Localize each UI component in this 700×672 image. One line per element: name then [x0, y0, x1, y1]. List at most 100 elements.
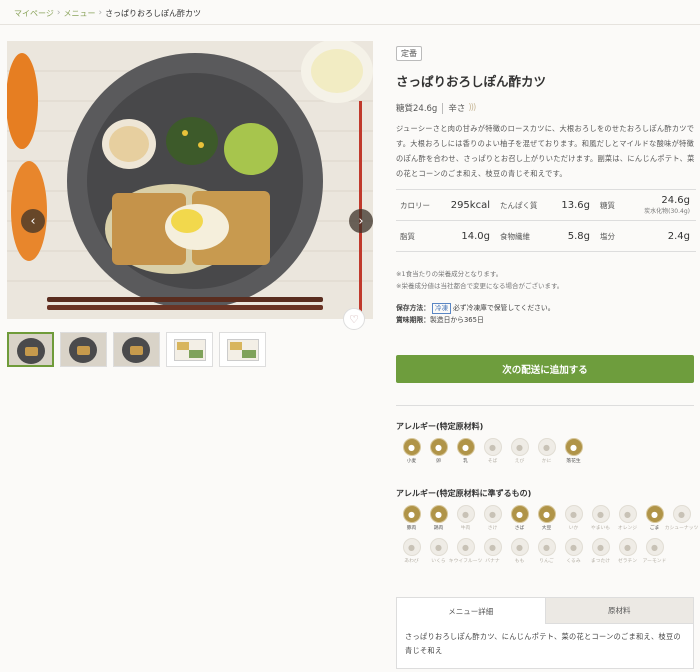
- thumbnail-1[interactable]: [7, 332, 54, 367]
- nutrition-row: カロリー 295kcal たんぱく質 13.6g 糖質 24.6g 炭水化物(3…: [396, 190, 696, 221]
- allergen-icon: ●: [672, 505, 691, 523]
- allergen-label: そば: [487, 459, 498, 464]
- chevron-left-icon: ‹: [30, 213, 36, 229]
- tab-ingredients[interactable]: 原材料: [544, 598, 693, 624]
- allergen-icon: ●: [591, 505, 610, 523]
- category-tag: 定番: [396, 46, 422, 61]
- allergen-item: ● キウイフルーツ: [448, 538, 483, 565]
- allergen-item: ● さば: [506, 505, 533, 532]
- allergen-label: もも: [514, 559, 525, 564]
- nutrition-subvalue: 炭水化物(30.4g): [644, 208, 690, 215]
- thumbnail-strip: [7, 332, 266, 367]
- allergen-label: さば: [514, 526, 525, 531]
- allergen-icon: ●: [456, 438, 475, 456]
- allergen-label: いくら: [431, 559, 446, 564]
- allergen-label: 鶏肉: [433, 526, 444, 531]
- allergen-item: ● 鶏肉: [425, 505, 452, 532]
- allergen-icon: ●: [510, 438, 529, 456]
- breadcrumb-current: さっぱりおろしぽん酢カツ: [105, 8, 202, 18]
- carousel-next-button[interactable]: ›: [349, 209, 373, 233]
- divider: [396, 405, 694, 406]
- allergen-item: ● あわび: [398, 538, 425, 565]
- nutrition-value: 13.6g: [561, 199, 590, 211]
- allergy-similar-icons: ● 豚肉 ● 鶏肉 ● 牛肉 ● さけ ● さば ● 大豆 ● いか ● やまいも ● オレンジ ● ごま ● カシューナ…: [398, 505, 698, 571]
- allergen-label: あわび: [404, 559, 419, 564]
- allergen-label: 乳: [463, 459, 468, 464]
- product-title: さっぱりおろしぽん酢カツ: [396, 74, 547, 89]
- allergen-item: ● えび: [506, 438, 533, 465]
- nutrition-value: 5.8g: [567, 230, 590, 242]
- allergen-label: オレンジ: [617, 526, 638, 531]
- allergen-item: ● りんご: [533, 538, 560, 565]
- allergen-item: ● もも: [506, 538, 533, 565]
- tab-menu-detail[interactable]: メニュー詳細: [397, 598, 545, 624]
- carousel-prev-button[interactable]: ‹: [21, 209, 45, 233]
- expiry-label: 賞味期限：: [396, 316, 430, 324]
- allergen-icon: ●: [456, 538, 475, 556]
- allergen-icon: ●: [510, 538, 529, 556]
- allergen-icon: ●: [564, 505, 583, 523]
- breadcrumb: マイページ › メニュー › さっぱりおろしぽん酢カツ: [14, 5, 201, 21]
- nutrition-label: 糖質: [600, 200, 615, 210]
- allergen-icon: ●: [483, 438, 502, 456]
- allergen-label: キウイフルーツ: [448, 559, 483, 564]
- allergen-icon: ●: [510, 505, 529, 523]
- allergen-label: さけ: [487, 526, 498, 531]
- allergen-label: アーモンド: [642, 559, 667, 564]
- allergen-icon: ●: [564, 538, 583, 556]
- allergen-label: 落花生: [566, 459, 581, 464]
- allergen-item: ● そば: [479, 438, 506, 465]
- heart-icon: ♡: [349, 312, 359, 326]
- thumbnail-4[interactable]: [166, 332, 213, 367]
- product-description: ジューシーさと肉の甘みが特徴のロースカツに、大根おろしをのせたおろしぽん酢カツで…: [396, 124, 695, 178]
- allergen-icon: ●: [402, 538, 421, 556]
- allergen-label: まつたけ: [590, 559, 611, 564]
- allergen-item: ● 卵: [425, 438, 452, 465]
- add-to-delivery-button[interactable]: 次の配送に追加する: [396, 355, 694, 383]
- allergen-item: ● かに: [533, 438, 560, 465]
- allergen-icon: ●: [402, 505, 421, 523]
- allergen-icon: ●: [456, 505, 475, 523]
- allergen-item: ● アーモンド: [641, 538, 668, 565]
- tab-content: さっぱりおろしぽん酢カツ、にんじんポテト、菜の花とコーンのごま和え、枝豆の青じそ…: [405, 632, 681, 655]
- chevron-right-icon: ›: [358, 213, 364, 229]
- allergen-icon: ●: [483, 538, 502, 556]
- nutrition-label: 脂質: [400, 231, 415, 241]
- thumbnail-2[interactable]: [60, 332, 107, 367]
- allergen-item: ● バナナ: [479, 538, 506, 565]
- nutrition-label: カロリー: [400, 200, 430, 210]
- breadcrumb-menu[interactable]: メニュー: [63, 8, 95, 19]
- carb-label: 糖質24.6g: [396, 104, 438, 114]
- allergen-label: カシューナッツ: [664, 526, 699, 531]
- allergen-label: かに: [541, 459, 552, 464]
- allergen-item: ● くるみ: [560, 538, 587, 565]
- nutrition-table: カロリー 295kcal たんぱく質 13.6g 糖質 24.6g 炭水化物(3…: [396, 189, 696, 252]
- allergen-label: えび: [514, 459, 525, 464]
- allergen-icon: ●: [429, 538, 448, 556]
- nutrition-row: 脂質 14.0g 食物繊維 5.8g 塩分 2.4g: [396, 221, 696, 252]
- nutrition-protein: たんぱく質 13.6g: [496, 200, 596, 211]
- allergen-item: ● やまいも: [587, 505, 614, 532]
- storage-info: 保存方法： 冷凍 必ず冷凍庫で保管してください。 賞味期限：製造日から365日: [396, 302, 696, 326]
- favorite-button[interactable]: ♡: [343, 308, 365, 330]
- allergen-icon: ●: [537, 438, 556, 456]
- divider: [442, 102, 444, 114]
- allergen-icon: ●: [429, 505, 448, 523]
- allergen-item: ● まつたけ: [587, 538, 614, 565]
- allergen-icon: ●: [564, 438, 583, 456]
- note-line: ※栄養成分値は当社都合で変更になる場合がございます。: [396, 282, 564, 290]
- allergen-icon: ●: [618, 505, 637, 523]
- allergen-label: いか: [568, 526, 579, 531]
- nutrition-label: たんぱく質: [500, 200, 538, 210]
- thumbnail-5[interactable]: [219, 332, 266, 367]
- thumbnail-3[interactable]: [113, 332, 160, 367]
- divider: [0, 24, 700, 25]
- breadcrumb-mypage[interactable]: マイページ: [14, 8, 54, 19]
- allergen-label: くるみ: [566, 559, 581, 564]
- allergen-label: やまいも: [590, 526, 611, 531]
- allergen-item: ● 落花生: [560, 438, 587, 465]
- nutrition-notes: ※1食当たりの栄養成分となります。 ※栄養成分値は当社都合で変更になる場合がござ…: [396, 268, 696, 292]
- allergen-label: ゼラチン: [617, 559, 638, 564]
- carb-spice-row: 糖質24.6g 辛さ ))): [396, 102, 696, 114]
- storage-method-text: 必ず冷凍庫で保管してください。: [452, 304, 555, 312]
